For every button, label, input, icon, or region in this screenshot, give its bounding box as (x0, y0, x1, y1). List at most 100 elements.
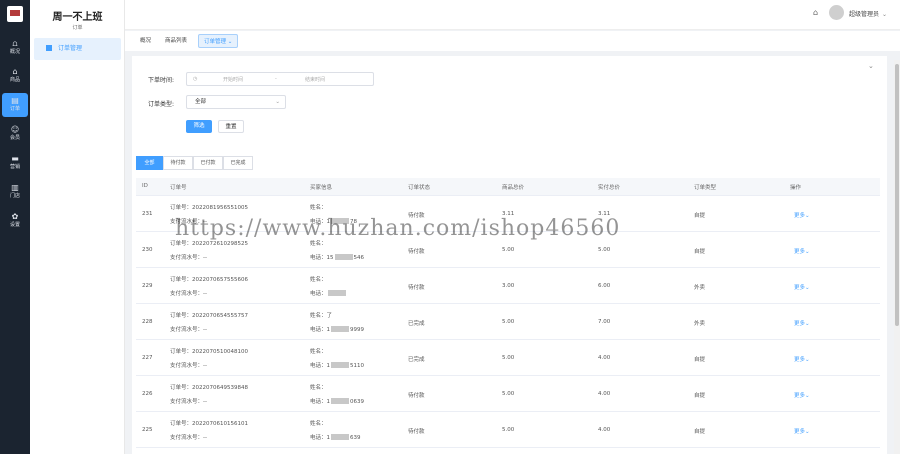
more-label: 更多 (794, 213, 806, 219)
order-type-label: 订单类型: (148, 101, 175, 108)
order-time-label: 下单时间: (148, 77, 175, 84)
pay-no-value: -- (203, 435, 207, 441)
chevron-down-icon: ⌄ (805, 429, 810, 435)
order-number: 订单号：2022070654555757 (170, 311, 248, 319)
scrollbar-thumb[interactable] (895, 64, 899, 326)
rail-label: 订单 (9, 106, 20, 112)
paid-total: 6.00 (598, 283, 611, 289)
end-date-input[interactable]: 结束时间 (305, 76, 325, 83)
paid-total: 4.00 (598, 355, 611, 361)
sidebar-item-order-management[interactable]: 订单管理 (34, 38, 121, 60)
rail-item-goods[interactable]: ⌂ 商品 (2, 64, 28, 88)
order-number: 订单号：2022070657555606 (170, 275, 248, 283)
status-tab-paid[interactable]: 已付款 (193, 156, 223, 170)
date-range-picker[interactable]: ◷ 开始时间 - 结束时间 (186, 72, 374, 86)
range-separator: - (275, 76, 277, 82)
more-actions-button[interactable]: 更多⌄ (794, 391, 810, 399)
more-actions-button[interactable]: 更多⌄ (794, 211, 810, 219)
filter-button[interactable]: 筛选 (186, 120, 212, 133)
order-no-label: 订单号： (170, 349, 193, 355)
order-number: 订单号：2022070610156101 (170, 419, 248, 427)
goods-total: 5.00 (502, 355, 515, 361)
phone-mask (331, 326, 350, 332)
table-row: 229 订单号：2022070657555606 支付流水号：-- 姓名： 电话： 待付款… (136, 268, 880, 304)
top-header: ⌂ 超级管理员 ⌄ (125, 0, 900, 30)
pay-serial: 支付流水号：-- (170, 289, 207, 297)
phone-mask (331, 362, 350, 368)
order-type: 自提 (694, 357, 706, 363)
name-label: 姓名： (310, 385, 327, 391)
more-actions-button[interactable]: 更多⌄ (794, 283, 810, 291)
phone-prefix: 1 (326, 435, 331, 441)
buyer-phone: 电话： (310, 289, 347, 297)
table-row: 226 订单号：2022070649539848 支付流水号：-- 姓名： 电话：1 06… (136, 376, 880, 412)
rail-label: 设置 (9, 222, 20, 228)
paid-total: 4.00 (598, 391, 611, 397)
goods-icon: ⌂ (12, 67, 18, 76)
rail-item-marketing[interactable]: ▬ 营销 (2, 151, 28, 175)
buyer-name: 姓名： (310, 275, 327, 283)
more-actions-button[interactable]: 更多⌄ (794, 319, 810, 327)
pay-no-label: 支付流水号： (170, 255, 204, 261)
buyer-phone: 电话：1 5110 (310, 361, 364, 369)
buyer-phone: 电话：15 546 (310, 253, 364, 261)
column-header: 操作 (790, 185, 802, 191)
buyer-name: 姓名：了 (310, 311, 332, 319)
order-number: 订单号：2022081956551005 (170, 203, 248, 211)
tab-product-list[interactable]: 商品列表 (160, 34, 192, 48)
more-label: 更多 (794, 357, 806, 363)
notification-icon[interactable]: ⌂ (813, 8, 823, 18)
rail-item-orders[interactable]: ▤ 订单 (2, 93, 28, 117)
chevron-down-icon: ⌄ (882, 11, 888, 18)
goods-total: 5.00 (502, 247, 515, 253)
paid-total: 4.00 (598, 427, 611, 433)
more-actions-button[interactable]: 更多⌄ (794, 247, 810, 255)
phone-mask (334, 254, 353, 260)
phone-label: 电话： (310, 327, 327, 333)
user-menu[interactable]: 超级管理员 ⌄ (849, 9, 887, 18)
chevron-down-icon: ⌄ (805, 357, 810, 363)
status-tab-all[interactable]: 全部 (136, 156, 163, 170)
order-id: 229 (142, 283, 153, 289)
pay-serial: 支付流水号：-- (170, 253, 207, 261)
avatar[interactable] (829, 5, 844, 20)
buyer-name: 姓名： (310, 383, 327, 391)
rail-label: 会员 (9, 135, 20, 141)
rail-item-overview[interactable]: ⩍ 概况 (2, 36, 28, 60)
tab-order-management[interactable]: 订单管理 ⌄ (198, 34, 239, 48)
rail-item-members[interactable]: ☺ 会员 (2, 122, 28, 146)
chevron-down-icon: ⌄ (805, 249, 810, 255)
tab-label: 订单管理 (204, 39, 227, 45)
start-date-input[interactable]: 开始时间 (223, 76, 243, 83)
status-tab-unpaid[interactable]: 待付款 (163, 156, 193, 170)
more-label: 更多 (794, 321, 806, 327)
pay-serial: 支付流水号：-- (170, 361, 207, 369)
more-actions-button[interactable]: 更多⌄ (794, 355, 810, 363)
scrollbar[interactable] (894, 60, 900, 454)
rail-label: 概况 (9, 49, 20, 55)
column-header: 订单状态 (408, 185, 431, 191)
order-status: 待付款 (408, 429, 425, 435)
sidebar-item-label: 订单管理 (58, 45, 83, 52)
order-type: 自提 (694, 213, 706, 219)
order-id: 231 (142, 211, 153, 217)
status-tab-completed[interactable]: 已完成 (223, 156, 253, 170)
rail-item-stores[interactable]: ▥ 门店 (2, 180, 28, 204)
phone-suffix: 0639 (350, 399, 365, 405)
order-type: 自提 (694, 393, 706, 399)
table-row: 225 订单号：2022070610156101 支付流水号：-- 姓名： 电话：1 63… (136, 412, 880, 448)
pay-no-value: -- (203, 363, 207, 369)
order-type: 外卖 (694, 285, 706, 291)
more-actions-button[interactable]: 更多⌄ (794, 427, 810, 435)
phone-label: 电话： (310, 435, 327, 441)
phone-suffix: 5110 (350, 363, 365, 369)
table-header: ID 订单号 买家信息 订单状态 商品总价 实付总价 订单类型 操作 (136, 178, 880, 196)
pay-no-label: 支付流水号： (170, 363, 204, 369)
rail-item-settings[interactable]: ✿ 设置 (2, 209, 28, 233)
order-no-value: 2022081956551005 (192, 205, 249, 211)
tab-overview[interactable]: 概况 (135, 34, 156, 48)
member-icon: ☺ (10, 125, 20, 134)
order-type-select[interactable]: 全部 ⌄ (186, 95, 286, 109)
reset-button[interactable]: 重置 (218, 120, 244, 133)
collapse-icon[interactable]: ⌄ (868, 62, 874, 70)
